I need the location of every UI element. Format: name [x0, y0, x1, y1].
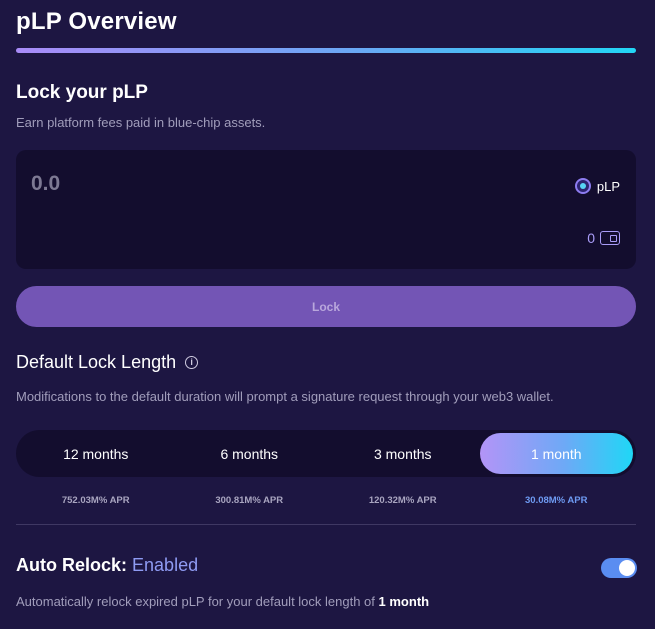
- apr-12-months: 752.03M% APR: [61, 495, 130, 506]
- page-title: pLP Overview: [16, 8, 177, 35]
- amount-input-card: pLP 0: [16, 150, 636, 269]
- lock-section-subtitle: Earn platform fees paid in blue-chip ass…: [16, 115, 266, 130]
- apr-3-months: 120.32M% APR: [368, 495, 437, 506]
- apr-1-month: 30.08M% APR: [525, 495, 588, 506]
- token-label: pLP: [596, 178, 620, 194]
- apr-row: 752.03M% APR 300.81M% APR 120.32M% APR 3…: [19, 495, 633, 506]
- title-underline: [16, 48, 636, 53]
- lock-length-selector: 12 months 6 months 3 months 1 month: [16, 430, 636, 477]
- lock-option-6-months[interactable]: 6 months: [173, 433, 327, 474]
- token-selector: pLP: [574, 178, 620, 194]
- auto-relock-label: Auto Relock:: [16, 555, 128, 575]
- auto-relock-description-text: Automatically relock expired pLP for you…: [16, 594, 375, 609]
- auto-relock-heading: Auto Relock: Enabled: [16, 555, 198, 576]
- lock-button[interactable]: Lock: [16, 286, 636, 327]
- plp-token-icon: [574, 178, 591, 194]
- balance-value: 0: [587, 230, 595, 246]
- lock-option-3-months[interactable]: 3 months: [326, 433, 480, 474]
- lock-option-12-months[interactable]: 12 months: [19, 433, 173, 474]
- lock-length-description: Modifications to the default duration wi…: [16, 389, 554, 404]
- wallet-balance[interactable]: 0: [587, 230, 620, 246]
- lock-section-title: Lock your pLP: [16, 82, 148, 103]
- auto-relock-length: 1 month: [378, 594, 430, 609]
- wallet-icon: [600, 231, 620, 245]
- lock-option-1-month[interactable]: 1 month: [479, 433, 633, 474]
- section-divider: [16, 524, 636, 525]
- default-lock-length-heading: Default Lock Length i: [16, 352, 199, 373]
- auto-relock-description: Automatically relock expired pLP for you…: [16, 594, 429, 609]
- auto-relock-status: Enabled: [132, 555, 199, 575]
- auto-relock-toggle[interactable]: [601, 558, 637, 578]
- default-lock-length-title: Default Lock Length: [16, 352, 177, 372]
- toggle-knob: [619, 560, 635, 576]
- info-icon[interactable]: i: [185, 356, 199, 369]
- apr-6-months: 300.81M% APR: [215, 495, 284, 506]
- amount-input[interactable]: [31, 172, 331, 196]
